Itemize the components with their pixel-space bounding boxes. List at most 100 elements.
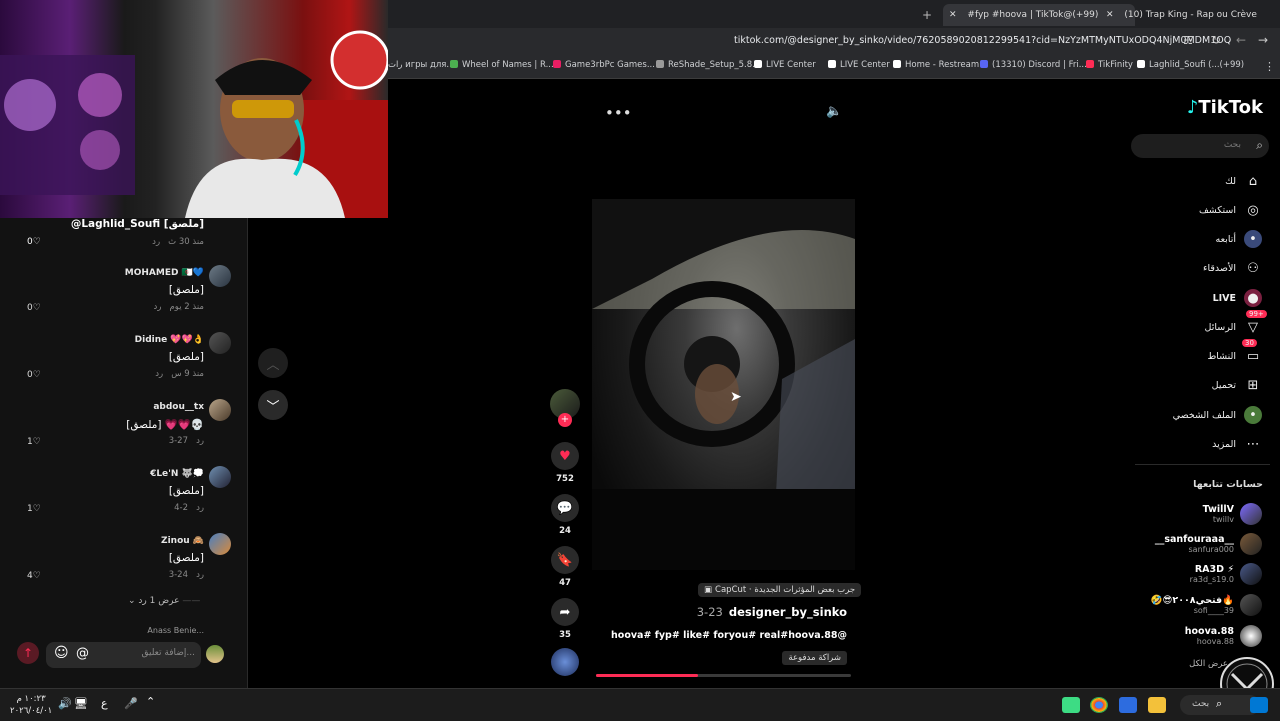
bookmark-button[interactable]: 🔖 47 bbox=[551, 546, 579, 588]
show-replies-button[interactable]: ⌄ عرض 1 رد —— bbox=[128, 596, 200, 606]
forward-icon[interactable]: → bbox=[1258, 33, 1268, 47]
search-input[interactable]: بحث ⌕ bbox=[1131, 134, 1269, 158]
sidebar-item-foryou[interactable]: لك ⌂ bbox=[1225, 170, 1262, 192]
reply-link[interactable]: رد bbox=[196, 436, 204, 446]
plus-icon[interactable]: + bbox=[916, 4, 938, 26]
speaker-icon[interactable]: 🔊 bbox=[58, 697, 72, 710]
comments-panel: @Laghlid_Soufi [ملصق] منذ 30 ث رد 0♡ MOH… bbox=[0, 218, 248, 688]
bookmark[interactable]: LIVE Center bbox=[754, 60, 816, 70]
following-account[interactable]: 🤣😎فتحي٢٠٠٨🔥 sofi____39 bbox=[1151, 592, 1262, 618]
clock[interactable]: ١٠:٢٣ م ٢٠٢٦/٠٤/٠١ bbox=[10, 693, 52, 717]
tune-icon[interactable]: ☷ bbox=[1183, 34, 1193, 47]
avatar[interactable] bbox=[209, 466, 231, 488]
search-icon: ⌕ bbox=[1216, 697, 1223, 710]
folder-icon[interactable] bbox=[1148, 697, 1166, 713]
comment-author[interactable]: Didine 💖💖👌 bbox=[135, 335, 204, 345]
following-account[interactable]: TwillV twillv bbox=[1203, 501, 1262, 527]
bookmark[interactable]: TikFinity bbox=[1086, 60, 1133, 70]
sidebar-item-following[interactable]: أتابعه • bbox=[1216, 228, 1262, 250]
bookmark[interactable]: Game3rbPc Games... bbox=[553, 60, 655, 70]
like-count[interactable]: 1♡ bbox=[27, 504, 41, 514]
tiktok-logo[interactable]: ♪TikTok bbox=[1187, 97, 1263, 118]
url-text[interactable]: tiktok.com/@designer_by_sinko/video/7620… bbox=[734, 35, 1231, 46]
following-account[interactable]: RA3D ⚡ ra3d_s19.0 bbox=[1190, 561, 1262, 587]
like-count[interactable]: 0♡ bbox=[27, 370, 41, 380]
video-caption[interactable]: hoova# fyp# like# foryou# real#hoova.88@ bbox=[611, 630, 847, 641]
apps-icon[interactable]: ⋮ bbox=[1264, 60, 1275, 73]
heart-icon: ♡ bbox=[32, 571, 41, 581]
bookmark[interactable]: (13310) Discord | Fri... bbox=[980, 60, 1087, 70]
more-icon[interactable]: ••• bbox=[605, 104, 632, 122]
reply-link[interactable]: رد bbox=[196, 503, 204, 513]
progress-bar[interactable] bbox=[596, 674, 851, 677]
reply-link[interactable]: رد bbox=[154, 302, 162, 312]
mention-button[interactable]: @ bbox=[76, 646, 89, 661]
language-indicator[interactable]: ع bbox=[101, 697, 108, 710]
like-count[interactable]: 4♡ bbox=[27, 571, 41, 581]
reply-link[interactable]: رد bbox=[196, 570, 204, 580]
following-account[interactable]: __sanfouraaa__ sanfura000 bbox=[1155, 531, 1262, 557]
sidebar-item-explore[interactable]: استكشف ◎ bbox=[1199, 199, 1262, 221]
bookmark[interactable]: LIVE Center bbox=[828, 60, 890, 70]
effect-badge[interactable]: ▣ CapCut · جرب بعض المؤثرات الجديدة bbox=[698, 583, 862, 597]
sidebar-item-live[interactable]: LIVE ● bbox=[1213, 287, 1262, 309]
reply-link[interactable]: رد bbox=[155, 369, 163, 379]
comment-author[interactable]: €Le'N 🐺💭 bbox=[150, 469, 204, 479]
taskbar-search[interactable]: بحث ⌕ bbox=[1180, 695, 1260, 715]
app-icon[interactable] bbox=[1062, 697, 1080, 713]
close-icon[interactable]: ✕ bbox=[949, 10, 957, 20]
share-button[interactable]: ➦ 35 bbox=[551, 598, 579, 640]
address-bar[interactable]: tiktok.com/@designer_by_sinko/video/7620… bbox=[388, 28, 1280, 56]
windows-start-icon[interactable] bbox=[1250, 697, 1268, 713]
close-icon[interactable]: ✕ bbox=[1106, 10, 1114, 20]
bookmark[interactable]: Home - Restream bbox=[893, 60, 979, 70]
chevron-up-icon[interactable]: ⌃ bbox=[146, 695, 155, 708]
bookmark[interactable]: ReShade_Setup_5.8.0 bbox=[656, 60, 760, 70]
tab-inactive[interactable]: ✕ (10) Trap King - Rap ou Crève bbox=[1100, 4, 1262, 26]
follow-plus-icon[interactable]: + bbox=[558, 413, 572, 427]
heart-icon: ♡ bbox=[32, 370, 41, 380]
sidebar-item-messages[interactable]: الرسائل ▽ 99+ bbox=[1205, 310, 1267, 338]
sidebar-item-profile[interactable]: الملف الشخصي • bbox=[1173, 404, 1262, 426]
emoji-icon[interactable]: ☺ bbox=[54, 645, 69, 661]
comment-author[interactable]: MOHAMED 🇩🇿💙 bbox=[125, 268, 204, 278]
like-count[interactable]: 0♡ bbox=[27, 237, 41, 247]
taskbar-search-label: بحث bbox=[1192, 699, 1210, 709]
avatar[interactable] bbox=[209, 399, 231, 421]
avatar[interactable] bbox=[209, 332, 231, 354]
chrome-icon[interactable] bbox=[1090, 697, 1108, 713]
comment-author[interactable]: abdou__tx bbox=[153, 402, 204, 412]
store-icon[interactable] bbox=[1119, 697, 1137, 713]
comment-author[interactable]: Anass Benie... bbox=[147, 626, 204, 635]
video-player[interactable] bbox=[592, 199, 855, 570]
microphone-icon[interactable]: 🎤 bbox=[124, 697, 138, 710]
send-icon[interactable]: ↑ bbox=[17, 642, 39, 664]
reload-icon[interactable]: ↻ bbox=[1211, 33, 1221, 47]
sidebar-item-more[interactable]: المزيد ⋯ bbox=[1212, 433, 1262, 455]
network-icon[interactable]: 🖥 bbox=[74, 697, 88, 710]
sound-disc-button[interactable] bbox=[551, 648, 579, 676]
comment-author[interactable]: Zinou 🙈 bbox=[161, 536, 204, 546]
previous-video-button[interactable]: ︿ bbox=[258, 348, 288, 378]
author-avatar-button[interactable]: + bbox=[550, 389, 580, 427]
bookmark[interactable]: Wheel of Names | R... bbox=[450, 60, 554, 70]
reply-link[interactable]: رد bbox=[152, 237, 160, 247]
volume-icon[interactable]: 🔈 bbox=[826, 104, 842, 119]
like-button[interactable]: ♥ 752 bbox=[551, 442, 579, 484]
like-count[interactable]: 0♡ bbox=[27, 303, 41, 313]
avatar[interactable] bbox=[209, 533, 231, 555]
next-video-button[interactable]: ﹀ bbox=[258, 390, 288, 420]
sidebar-item-friends[interactable]: الأصدقاء ⚇ bbox=[1203, 257, 1262, 279]
following-account[interactable]: hoova.88 hoova.88 bbox=[1185, 623, 1262, 649]
avatar bbox=[1240, 563, 1262, 585]
comment-input[interactable]: ☺ @ إضافة تعليق... bbox=[46, 642, 201, 668]
avatar[interactable] bbox=[209, 265, 231, 287]
comment-button[interactable]: 💬 24 bbox=[551, 494, 579, 536]
like-count[interactable]: 1♡ bbox=[27, 437, 41, 447]
sidebar-item-upload[interactable]: تحميل ⊞ bbox=[1212, 374, 1262, 396]
back-icon[interactable]: ← bbox=[1236, 33, 1246, 47]
bookmark[interactable]: Laghlid_Soufi (...(+99) bbox=[1137, 60, 1244, 70]
author-name[interactable]: designer_by_sinko bbox=[729, 605, 847, 619]
bookmark[interactable]: رات игры для... bbox=[388, 60, 455, 70]
sidebar-item-activity[interactable]: النشاط ▭ 30 bbox=[1207, 339, 1262, 367]
